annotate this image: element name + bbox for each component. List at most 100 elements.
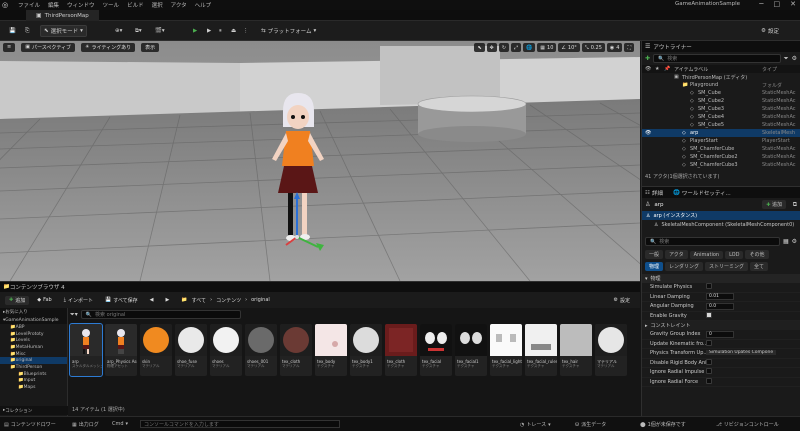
pause-icon[interactable]: ⏸ [216,25,225,37]
property-checkbox[interactable] [706,358,712,367]
outliner-search-input[interactable]: 🔍 検索 [653,54,781,63]
folder-tree-item[interactable]: 📁 Levels [0,337,67,344]
play-in-editor-icon[interactable]: ▶ [204,25,214,37]
outliner-row[interactable]: ◇ SM_Cube StaticMeshAc [642,89,800,97]
filter-animation[interactable]: Animation [689,250,724,259]
gear-icon[interactable]: ⚙ [792,238,797,245]
property-number-field[interactable]: 0.0 [706,302,734,310]
filter-other[interactable]: その他 [745,250,769,259]
menu-help[interactable]: ヘルプ [195,1,212,9]
section-physics[interactable]: ▾ 物理 [642,274,800,283]
asset-tile[interactable]: tex_cloth マテリアル [280,324,312,376]
asset-tile[interactable]: tex_hair テクスチャ [560,324,592,376]
filter-general[interactable]: 一般 [645,250,664,259]
asset-tile[interactable]: マテリアル マテリアル [595,324,627,376]
output-log-button[interactable]: ▦ 出力ログ [72,421,99,429]
menu-edit[interactable]: 編集 [48,1,59,9]
property-checkbox[interactable] [706,377,712,386]
asset-tile[interactable]: tex_body1 テクスチャ [350,324,382,376]
world-local-icon[interactable]: 🌐 [523,43,536,52]
eye-icon[interactable]: 👁 [645,130,651,136]
folder-tree-item[interactable]: 📁 MetaHuman [0,344,67,351]
perspective-button[interactable]: ▣ パースペクティブ [21,42,76,52]
lit-button[interactable]: ☀ ライティングあり [81,42,136,52]
folder-tree-item[interactable]: 📁 Input [0,378,67,385]
project-header[interactable]: ▾ GameAnimationSample [0,316,67,324]
content-settings-button[interactable]: ⚙ 設定 [610,296,635,305]
scale-snap-button[interactable]: ⤡ 0.25 [581,43,605,52]
breadcrumb-all[interactable]: すべて [192,297,206,304]
content-browser-tab[interactable]: 📁 コンテンツブラウザ 4 [0,282,640,292]
asset-tile[interactable]: tex_body テクスチャ [315,324,347,376]
asset-tile[interactable]: tex_cloth テクスチャ [385,324,417,376]
instance-row[interactable]: ♙ arp (インスタンス) [642,211,800,220]
menu-tools[interactable]: ツール [103,1,120,9]
minimize-icon[interactable]: ─ [759,0,763,10]
outliner-row[interactable]: ◇ SM_ChamferCube StaticMeshAc [642,145,800,153]
mode-select-icon[interactable]: ⎘ [22,25,32,37]
outliner-row[interactable]: 👁 ◇ arp SkeletalMesh [642,129,800,137]
gear-icon[interactable]: ⚙ [792,55,797,62]
filter-all[interactable]: 全て [750,262,769,271]
folder-tree-item[interactable]: 📁 Maps [0,384,67,391]
unsaved-button[interactable]: ⬤ 1個が未保存です [640,421,686,429]
import-button[interactable]: ⤓ インポート [60,296,97,305]
property-select[interactable]: Simulation Upates Compone [706,349,776,357]
viewport-menu-icon[interactable]: ≡ [3,42,16,52]
asset-tile[interactable]: tex_facial_light テクスチャ [490,324,522,376]
fab-button[interactable]: ◆ Fab [33,296,56,304]
property-checkbox[interactable] [706,339,712,348]
add-button[interactable]: ✚ 追加 [5,295,30,305]
angle-snap-button[interactable]: ∠ 10° [558,43,580,52]
outliner-row[interactable]: 📁 Playground フォルダ [642,81,800,89]
grid-snap-button[interactable]: ▦ 10 [537,43,557,52]
favorites-header[interactable]: ▸ お気に入り [0,308,67,316]
asset-tile[interactable]: tex_facial_ruler テクスチャ [525,324,557,376]
eye-icon[interactable]: 👁 [645,66,651,72]
asset-tile[interactable]: arp スケルタルメッシュ [69,323,103,377]
play-button[interactable]: ▶ [190,25,200,37]
play-options-icon[interactable]: ⋮ [240,25,252,37]
cinematics-icon[interactable]: 🎬▾ [152,25,168,37]
menu-file[interactable]: ファイル [18,1,40,9]
scale-icon[interactable]: ⤢ [511,43,522,52]
level-viewport[interactable] [0,41,640,281]
filter-actor[interactable]: アクタ [665,250,688,259]
asset-tile[interactable]: tex_facial1 テクスチャ [455,324,487,376]
tab-details[interactable]: ☷ 詳細 [645,189,663,197]
outliner-row[interactable]: ▣ ThirdPersonMap (エディタ) [642,73,800,81]
filter-icon[interactable]: ⏷▾ [70,311,78,318]
outliner-row[interactable]: ◇ SM_ChamferCube2 StaticMeshAc [642,153,800,161]
show-button[interactable]: 表示 [141,42,160,52]
blueprint-icon[interactable]: ⧉▾ [132,25,145,37]
property-number-field[interactable]: 0 [706,330,734,338]
eject-icon[interactable]: ⏏ [228,25,239,37]
folder-tree-item[interactable]: 📁 ABP [0,324,67,331]
grid-view-icon[interactable]: ▦ [783,238,789,245]
section-constraints[interactable]: ▸ コンストレイント [642,321,800,330]
filter-physics[interactable]: 物理 [645,262,664,271]
filter-streaming[interactable]: ストリーミング [705,262,749,271]
settings-button[interactable]: ⚙ 設定 [758,25,782,37]
asset-tile[interactable]: shoe_fuse マテリアル [175,324,207,376]
derived-data-button[interactable]: ⛁ 派生データ [575,421,606,429]
column-type[interactable]: タイプ [762,66,777,73]
property-checkbox[interactable] [706,283,712,291]
add-icon[interactable]: ✚ [645,55,650,62]
filter-lod[interactable]: LOD [725,250,744,259]
asset-tile[interactable]: skin マテリアル [140,324,172,376]
filter-rendering[interactable]: レンダリング [665,262,704,271]
quick-add-icon[interactable]: ⊕▾ [112,25,125,37]
folder-tree-item[interactable]: 📁 Misc [0,351,67,358]
asset-tile[interactable]: shoes_001 マテリアル [245,324,277,376]
menu-build[interactable]: ビルド [127,1,144,9]
tab-world-settings[interactable]: 🌐 ワールドセッティ... [673,189,731,197]
folder-tree-item[interactable]: 📁 original [0,357,67,365]
console-input[interactable]: コンソールコマンドを入力します [140,420,340,428]
property-checkbox[interactable] [706,311,712,320]
collections-header[interactable]: ▸ コレクション [0,406,68,415]
save-icon[interactable]: 💾 [6,25,19,37]
select-mode-icon[interactable]: ⬉ [474,43,485,52]
outliner-row[interactable]: ◇ SM_Cube5 StaticMeshAc [642,121,800,129]
menu-window[interactable]: ウィンドウ [67,1,95,9]
